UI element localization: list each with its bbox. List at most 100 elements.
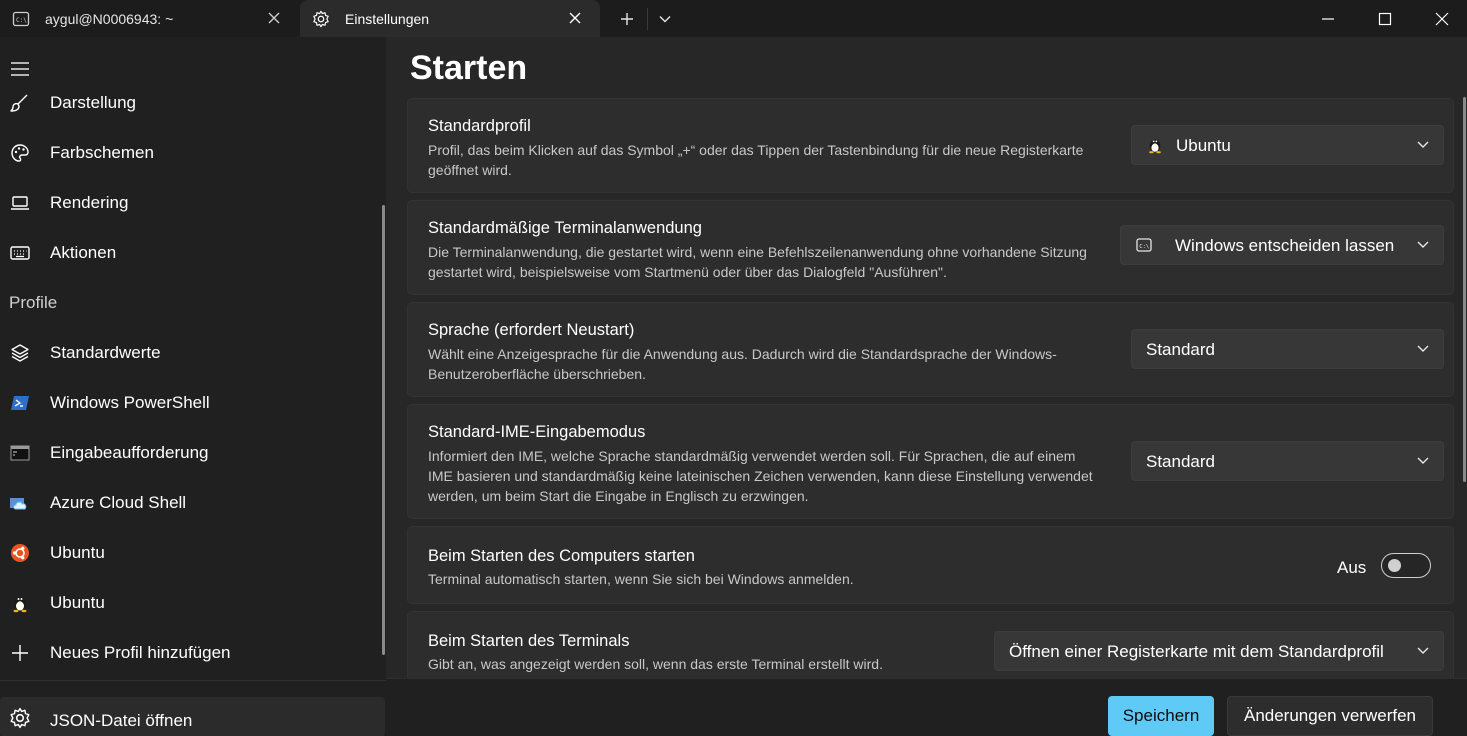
gear-icon [313, 10, 329, 28]
on-terminal-start-dropdown[interactable]: Öffnen einer Registerkarte mit dem Stand… [994, 631, 1444, 671]
minimize-button[interactable] [1305, 0, 1351, 37]
sidebar-item-label: Darstellung [50, 93, 136, 112]
toggle-knob [1388, 559, 1401, 572]
setting-default-profile: Standardprofil Profil, das beim Klicken … [407, 98, 1454, 193]
toggle-state-label: Aus [1337, 558, 1367, 577]
setting-default-terminal: Standardmäßige Terminalanwendung Die Ter… [407, 200, 1454, 295]
sidebar-item-add-profile[interactable]: Neues Profil hinzufügen [0, 631, 380, 675]
plus-icon [621, 12, 633, 25]
page-title: Starten [410, 49, 528, 87]
layers-icon [9, 342, 31, 364]
chevron-down-icon [1417, 457, 1429, 464]
close-tab-icon[interactable] [267, 11, 281, 25]
footer-bar: Speichern Änderungen verwerfen [386, 678, 1467, 736]
sidebar-item-powershell[interactable]: Windows PowerShell [0, 381, 380, 425]
sidebar-item-eingabeaufforderung[interactable]: Eingabeaufforderung [0, 431, 380, 475]
setting-description: Terminal automatisch starten, wenn Sie s… [428, 571, 854, 587]
main-content: Starten Standardprofil Profil, das beim … [386, 37, 1467, 736]
gear-icon [10, 707, 30, 729]
default-profile-dropdown[interactable]: Ubuntu [1131, 125, 1444, 165]
tux-icon [9, 592, 31, 614]
minimize-icon [1322, 17, 1334, 20]
svg-text:C:\: C:\ [16, 17, 27, 24]
chevron-down-icon [659, 15, 671, 22]
sidebar-item-standardwerte[interactable]: Standardwerte [0, 331, 380, 375]
close-icon [1435, 12, 1449, 25]
sidebar-item-label: Eingabeaufforderung [50, 443, 209, 462]
close-window-button[interactable] [1419, 0, 1465, 37]
brush-icon [9, 92, 31, 114]
sidebar-item-rendering[interactable]: Rendering [0, 181, 380, 225]
main-scrollbar[interactable] [1463, 97, 1466, 482]
launch-on-startup-toggle[interactable] [1381, 553, 1431, 578]
setting-title: Beim Starten des Terminals [428, 632, 630, 650]
ubuntu-icon [9, 542, 31, 564]
cmd-icon [9, 442, 31, 464]
section-label-profiles: Profile [9, 293, 58, 312]
tab-settings[interactable]: Einstellungen [300, 0, 600, 37]
discard-changes-button[interactable]: Änderungen verwerfen [1227, 696, 1433, 736]
sidebar-item-azure-cloud-shell[interactable]: Azure Cloud Shell [0, 481, 380, 525]
tab-dropdown-button[interactable] [650, 0, 680, 37]
tux-icon [1149, 139, 1161, 154]
setting-title: Beim Starten des Computers starten [428, 547, 695, 565]
close-tab-icon[interactable] [568, 11, 582, 25]
keyboard-icon [9, 242, 31, 264]
sidebar-item-label: Azure Cloud Shell [50, 493, 187, 512]
open-json-button[interactable]: JSON-Datei öffnen [0, 697, 385, 736]
tab-separator [647, 8, 648, 30]
plus-icon [9, 642, 31, 664]
sidebar-item-aktionen[interactable]: Aktionen [0, 231, 380, 275]
tab-terminal[interactable]: C:\ aygul@N0006943: ~ [0, 0, 299, 37]
open-json-label: JSON-Datei öffnen [50, 711, 193, 730]
sidebar-item-label: Rendering [50, 193, 129, 212]
sidebar-item-label: Neues Profil hinzufügen [50, 643, 231, 662]
powershell-icon [9, 392, 31, 414]
maximize-button[interactable] [1362, 0, 1408, 37]
sidebar-item-label: Ubuntu [50, 593, 105, 612]
setting-description: Profil, das beim Klicken auf das Symbol … [428, 142, 1084, 178]
save-button[interactable]: Speichern [1108, 696, 1214, 736]
default-terminal-dropdown[interactable]: C:\ Windows entscheiden lassen [1120, 225, 1444, 265]
title-bar: C:\ aygul@N0006943: ~ Einstellungen [0, 0, 1467, 37]
azure-cloud-icon [9, 492, 31, 514]
maximize-icon [1378, 12, 1392, 25]
terminal-icon: C:\ [1136, 238, 1152, 252]
setting-description: Wählt eine Anzeigesprache für die Anwend… [428, 346, 1057, 382]
setting-description: Informiert den IME, welche Sprache stand… [428, 448, 1093, 504]
sidebar-item-farbschemen[interactable]: Farbschemen [0, 131, 380, 175]
setting-title: Standardprofil [428, 117, 531, 135]
terminal-icon: C:\ [12, 11, 30, 27]
sidebar-scrollbar[interactable] [382, 205, 385, 655]
laptop-icon [9, 192, 31, 214]
setting-launch-on-startup: Beim Starten des Computers starten Termi… [407, 526, 1454, 604]
hamburger-menu-icon[interactable] [10, 61, 30, 77]
sidebar-item-label: Standardwerte [50, 343, 161, 362]
dropdown-value: Windows entscheiden lassen [1175, 236, 1395, 255]
dropdown-value: Standard [1146, 340, 1215, 359]
new-tab-button[interactable] [612, 0, 642, 37]
sidebar-item-label: Aktionen [50, 243, 117, 262]
dropdown-value: Ubuntu [1176, 136, 1231, 155]
sidebar-item-label: Ubuntu [50, 543, 105, 562]
sidebar-item-darstellung[interactable]: Darstellung [0, 81, 380, 125]
sidebar: Darstellung Farbschemen Rendering Aktion… [0, 37, 386, 736]
palette-icon [9, 142, 31, 164]
sidebar-item-label: Windows PowerShell [50, 393, 210, 412]
dropdown-value: Standard [1146, 452, 1215, 471]
sidebar-item-ubuntu-2[interactable]: Ubuntu [0, 581, 380, 625]
chevron-down-icon [1417, 647, 1429, 654]
ime-dropdown[interactable]: Standard [1131, 441, 1444, 481]
tab-label: aygul@N0006943: ~ [45, 11, 174, 27]
sidebar-divider [0, 680, 386, 681]
setting-title: Standardmäßige Terminalanwendung [428, 219, 702, 237]
sidebar-item-ubuntu-1[interactable]: Ubuntu [0, 531, 380, 575]
setting-language: Sprache (erfordert Neustart) Wählt eine … [407, 302, 1454, 397]
setting-title: Standard-IME-Eingabemodus [428, 423, 646, 441]
language-dropdown[interactable]: Standard [1131, 329, 1444, 369]
setting-description: Die Terminalanwendung, die gestartet wir… [428, 244, 1087, 280]
setting-title: Sprache (erfordert Neustart) [428, 321, 635, 339]
setting-description: Gibt an, was angezeigt werden soll, wenn… [428, 656, 883, 672]
svg-text:C:\: C:\ [1139, 244, 1149, 250]
sidebar-item-label: Farbschemen [50, 143, 154, 162]
